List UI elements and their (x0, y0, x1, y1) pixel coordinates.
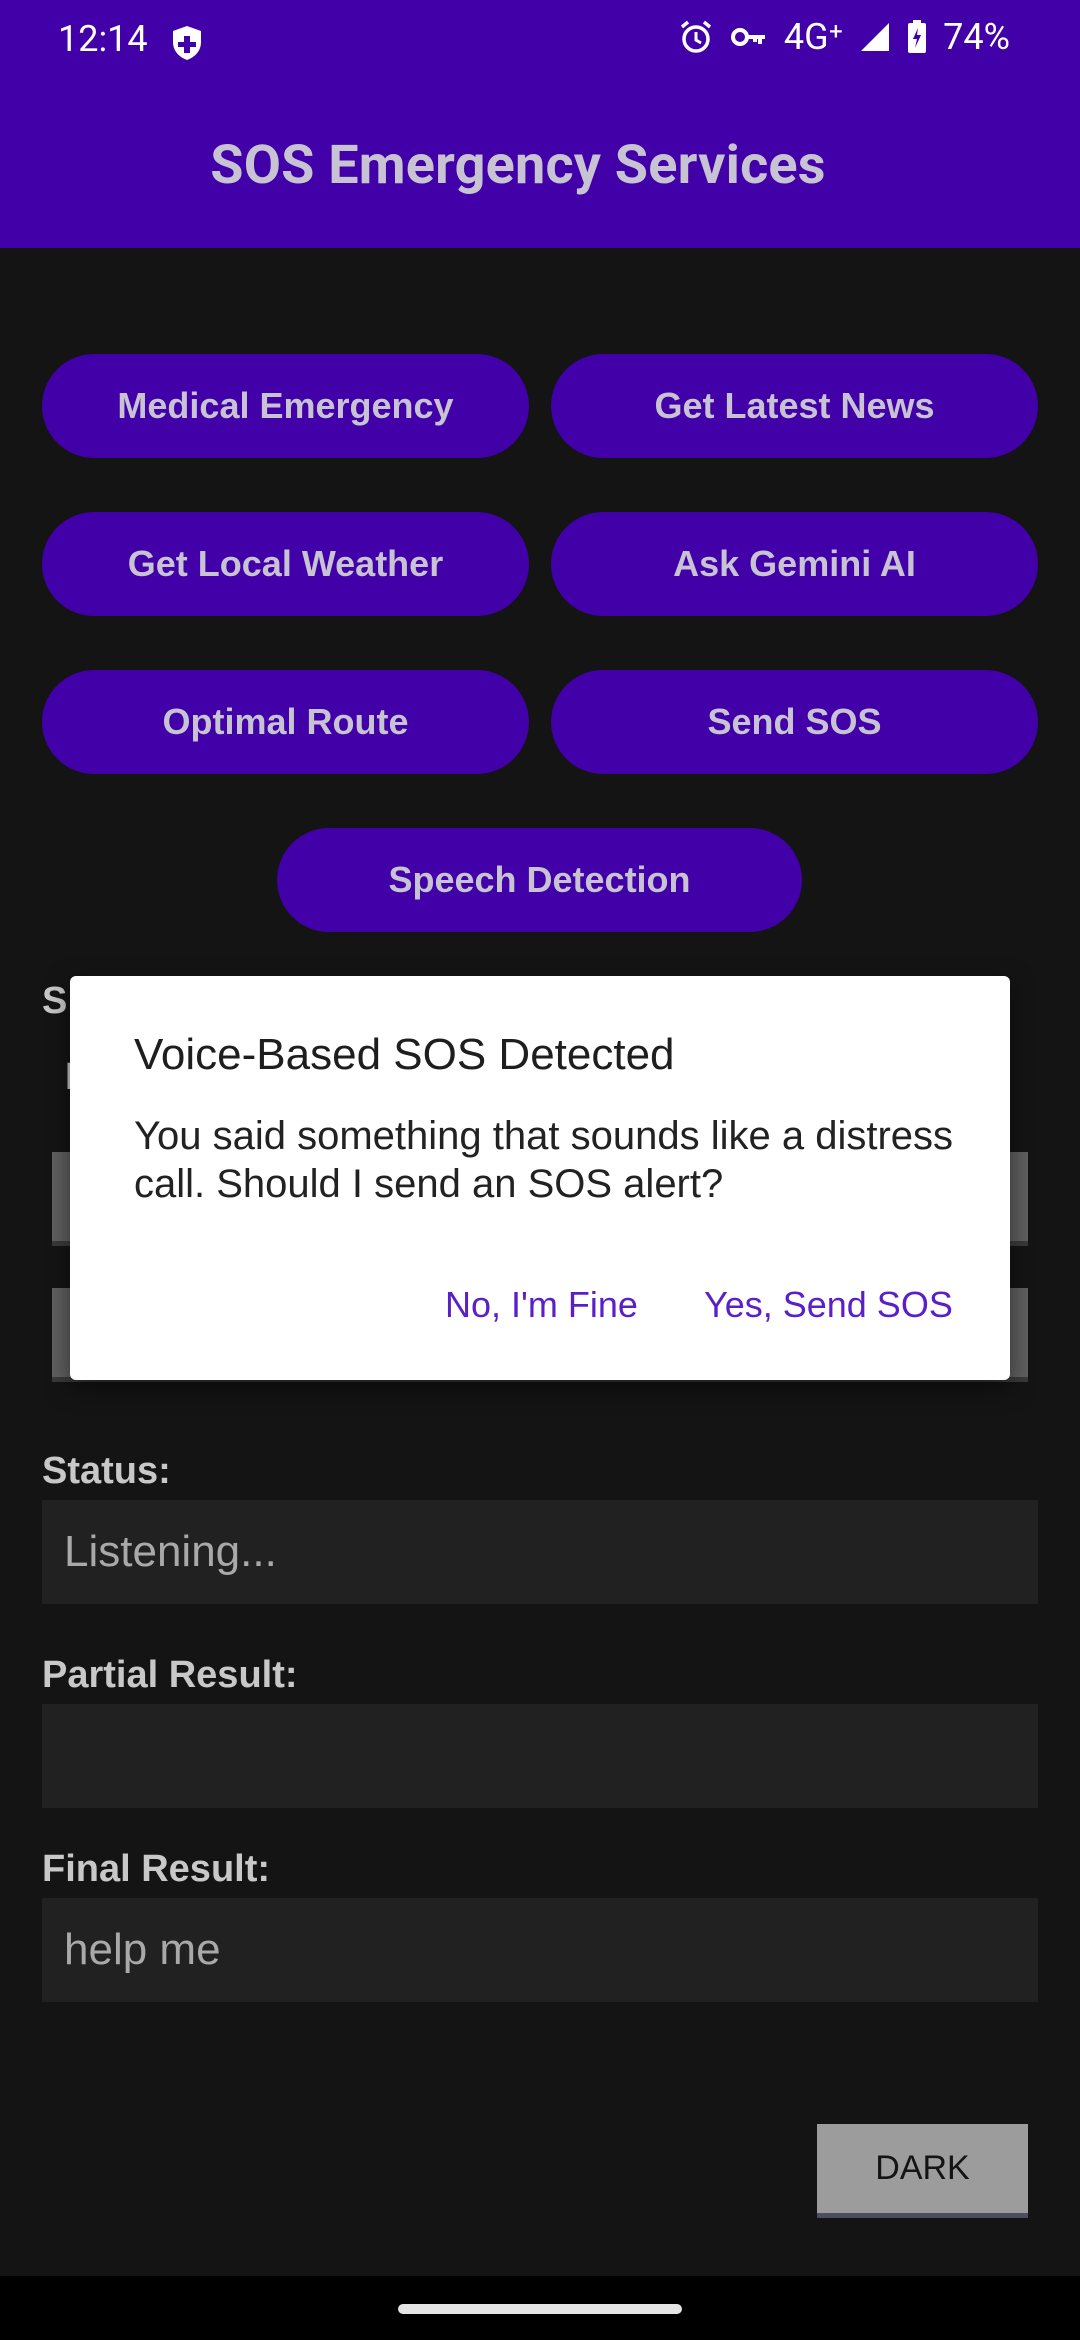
alarm-icon (678, 19, 714, 55)
speech-detection-button[interactable]: Speech Detection (277, 828, 802, 932)
partial-result-field (42, 1704, 1038, 1808)
battery-icon (907, 20, 927, 54)
battery-percent: 74% (943, 16, 1010, 58)
dialog-message: You said something that sounds like a di… (134, 1114, 954, 1206)
latest-news-button[interactable]: Get Latest News (551, 354, 1038, 458)
no-im-fine-button[interactable]: No, I'm Fine (445, 1284, 638, 1326)
status-time: 12:14 (58, 18, 148, 60)
home-gesture-handle[interactable] (398, 2304, 682, 2314)
page-title: SOS Emergency Services (210, 133, 826, 197)
sos-detected-dialog: Voice-Based SOS Detected You said someth… (70, 976, 1010, 1380)
final-result-field: help me (42, 1898, 1038, 2002)
yes-send-sos-button[interactable]: Yes, Send SOS (704, 1284, 953, 1326)
network-type: 4G⁺ (783, 16, 844, 58)
status-bar: 12:14 4G⁺ 74% (0, 0, 1080, 82)
vpn-key-icon (730, 22, 768, 52)
status-label: Status: (42, 1450, 171, 1492)
navigation-bar (0, 2276, 1080, 2340)
send-sos-button[interactable]: Send SOS (551, 670, 1038, 774)
signal-icon (859, 21, 891, 53)
local-weather-button[interactable]: Get Local Weather (42, 512, 529, 616)
status-field: Listening... (42, 1500, 1038, 1604)
dialog-title: Voice-Based SOS Detected (134, 1030, 675, 1079)
optimal-route-button[interactable]: Optimal Route (42, 670, 529, 774)
status-icons: 4G⁺ 74% (678, 16, 1010, 58)
partial-result-label: Partial Result: (42, 1654, 298, 1696)
app-bar: SOS Emergency Services (0, 82, 1080, 248)
obscured-label: S (42, 980, 68, 1022)
medical-emergency-button[interactable]: Medical Emergency (42, 354, 529, 458)
final-result-label: Final Result: (42, 1848, 271, 1890)
ask-gemini-button[interactable]: Ask Gemini AI (551, 512, 1038, 616)
shield-icon (170, 24, 204, 62)
dark-theme-button[interactable]: DARK (817, 2124, 1028, 2218)
